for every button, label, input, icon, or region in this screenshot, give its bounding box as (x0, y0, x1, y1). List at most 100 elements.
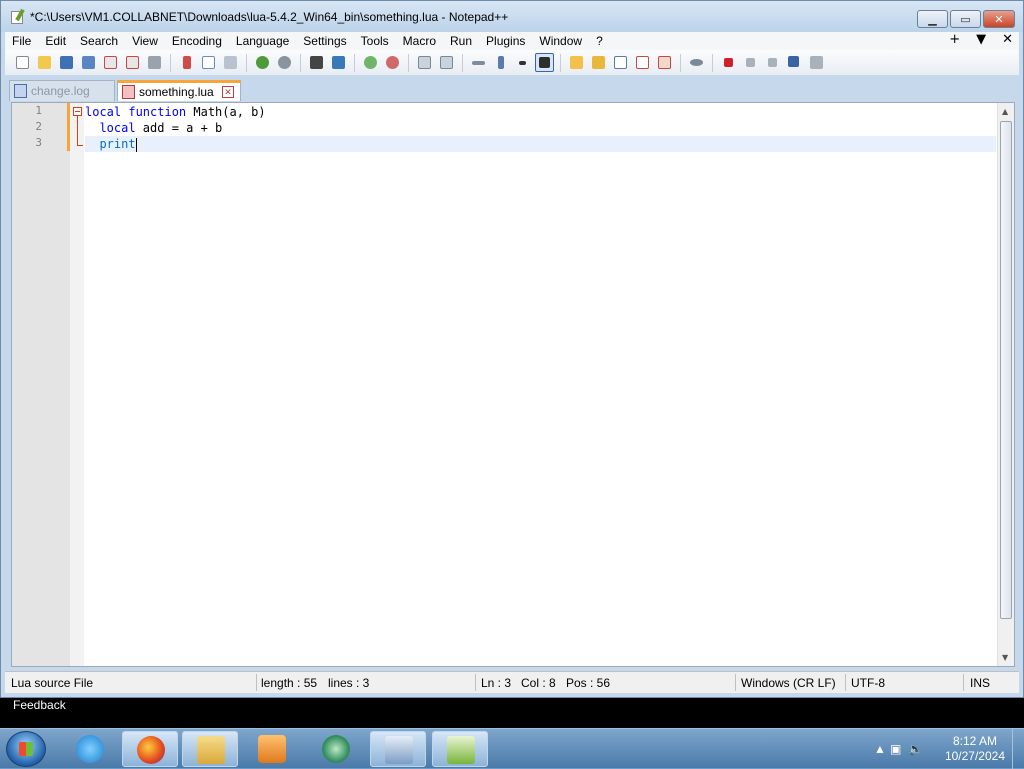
folder-as-workspace-icon[interactable] (655, 53, 674, 72)
network-app-icon[interactable] (308, 731, 364, 767)
redo-icon[interactable] (275, 53, 294, 72)
word-wrap-icon[interactable] (469, 53, 488, 72)
menu-plugins[interactable]: Plugins (479, 34, 532, 48)
playback-icon[interactable] (763, 53, 782, 72)
indent-guide-icon[interactable] (535, 53, 554, 72)
scroll-down-icon[interactable]: ▼ (1002, 653, 1008, 662)
menu-edit[interactable]: Edit (38, 34, 73, 48)
stop-recording-icon[interactable] (741, 53, 760, 72)
menu-window[interactable]: Window (532, 34, 589, 48)
show-hidden-icons-icon[interactable]: ▲ (874, 742, 886, 756)
menu-encoding[interactable]: Encoding (165, 34, 229, 48)
clock-date: 10/27/2024 (944, 749, 1005, 763)
status-eol-format[interactable]: Windows (CR LF) (741, 676, 836, 690)
code-line[interactable]: local function Math(a, b) (85, 104, 996, 120)
save-icon[interactable] (57, 53, 76, 72)
show-desktop-button[interactable] (1012, 729, 1024, 769)
vertical-scrollbar[interactable]: ▲ ▼ (997, 103, 1014, 666)
media-player-icon[interactable] (244, 731, 300, 767)
open-file-icon[interactable] (35, 53, 54, 72)
close-all-icon[interactable] (123, 53, 142, 72)
code-line[interactable]: local add = a + b (85, 120, 996, 136)
toolbar-separator (300, 53, 301, 72)
text-caret (135, 137, 137, 152)
notepad-plus-plus-window: *C:\Users\VM1.COLLABNET\Downloads\lua-5.… (0, 0, 1024, 698)
document-map-icon[interactable] (589, 53, 608, 72)
menu-file[interactable]: File (5, 34, 38, 48)
control-panel-icon[interactable] (370, 731, 426, 767)
code-editor[interactable]: 1 2 3 local function Math(a, b) local ad… (11, 102, 1015, 667)
save-all-icon[interactable] (79, 53, 98, 72)
fold-collapse-icon[interactable] (73, 107, 82, 116)
fold-margin (70, 103, 84, 666)
clock-time: 8:12 AM (952, 734, 997, 748)
title-bar[interactable]: *C:\Users\VM1.COLLABNET\Downloads\lua-5.… (1, 1, 1023, 32)
status-length: length : 55 (261, 676, 318, 690)
undo-icon[interactable] (253, 53, 272, 72)
status-separator (735, 674, 736, 691)
menu-view[interactable]: View (125, 34, 165, 48)
sync-vertical-icon[interactable] (415, 53, 434, 72)
close-button[interactable]: ✕ (983, 10, 1015, 28)
cut-icon[interactable] (177, 53, 196, 72)
status-column: Col : 8 (521, 676, 556, 690)
user-defined-language-icon[interactable] (567, 53, 586, 72)
menu-tools[interactable]: Tools (354, 34, 396, 48)
paste-icon[interactable] (221, 53, 240, 72)
new-file-icon[interactable] (13, 53, 32, 72)
tab-something-lua[interactable]: something.lua ✕ (117, 80, 241, 101)
firefox-icon[interactable] (122, 731, 178, 767)
toolbar-separator (408, 53, 409, 72)
toolbar-dropdown-icon[interactable] (513, 53, 532, 72)
close-file-icon[interactable] (101, 53, 120, 72)
file-explorer-icon[interactable] (182, 731, 238, 767)
show-all-characters-icon[interactable] (491, 53, 510, 72)
scrollbar-thumb[interactable] (1000, 121, 1012, 619)
menu-language[interactable]: Language (229, 34, 296, 48)
feedback-bar: Feedback (0, 698, 1024, 728)
notepad-plus-plus-taskbar-icon[interactable] (432, 731, 488, 767)
menu-macro[interactable]: Macro (396, 34, 443, 48)
status-bar: Lua source File length : 55 lines : 3 Ln… (5, 671, 1019, 693)
close-document-icon[interactable]: ✕ (1002, 32, 1013, 47)
menu-settings[interactable]: Settings (296, 34, 353, 48)
notepad-app-icon[interactable] (10, 8, 26, 25)
feedback-link[interactable]: Feedback (13, 698, 66, 712)
tab-close-icon[interactable]: ✕ (222, 86, 234, 98)
clock[interactable]: 8:12 AM 10/27/2024 (945, 734, 1005, 764)
maximize-button[interactable]: ▭ (950, 10, 981, 28)
zoom-out-icon[interactable] (383, 53, 402, 72)
replace-icon[interactable] (329, 53, 348, 72)
tab-label: change.log (31, 84, 90, 98)
current-code-line[interactable]: print (85, 136, 996, 152)
sync-horizontal-icon[interactable] (437, 53, 456, 72)
toolbar-separator (354, 53, 355, 72)
zoom-in-icon[interactable] (361, 53, 380, 72)
status-insert-mode[interactable]: INS (970, 676, 990, 690)
start-button[interactable] (6, 731, 46, 767)
fold-line (77, 116, 78, 146)
monitoring-eye-icon[interactable] (687, 53, 706, 72)
menu-run[interactable]: Run (443, 34, 479, 48)
scroll-up-icon[interactable]: ▲ (1002, 107, 1008, 116)
network-icon[interactable]: ▣ (890, 742, 901, 756)
status-encoding[interactable]: UTF-8 (851, 676, 885, 690)
menu-help[interactable]: ? (589, 34, 610, 48)
unsaved-file-icon (122, 85, 135, 99)
print-icon[interactable] (145, 53, 164, 72)
tab-change-log[interactable]: change.log (9, 80, 115, 101)
copy-icon[interactable] (199, 53, 218, 72)
function-list-icon[interactable] (633, 53, 652, 72)
tab-label: something.lua (139, 85, 214, 99)
run-macro-multiple-icon[interactable] (785, 53, 804, 72)
minimize-button[interactable]: ▁ (917, 10, 948, 28)
find-icon[interactable] (307, 53, 326, 72)
menu-search[interactable]: Search (73, 34, 125, 48)
document-list-icon[interactable] (611, 53, 630, 72)
volume-icon[interactable]: 🔈 (908, 742, 923, 756)
tab-list-dropdown-icon[interactable]: ▼ (976, 32, 986, 47)
start-recording-icon[interactable] (719, 53, 738, 72)
new-tab-plus-icon[interactable]: + (949, 32, 960, 47)
internet-explorer-icon[interactable] (62, 731, 118, 767)
save-macro-icon[interactable] (807, 53, 826, 72)
